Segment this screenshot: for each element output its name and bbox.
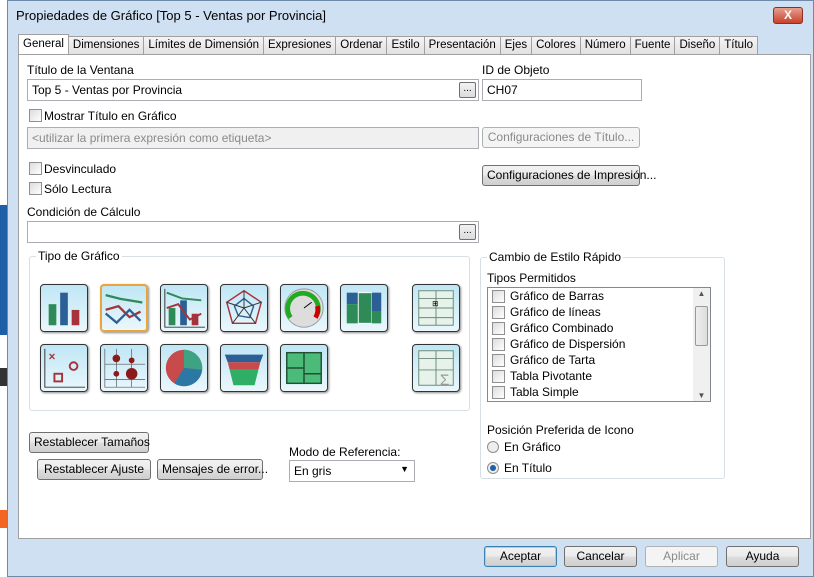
allowed-types-list: Gráfico de Barras Gráfico de líneas Gráfic… (487, 287, 711, 402)
window-title-input[interactable]: Top 5 - Ventas por Provincia... (27, 79, 479, 101)
calc-condition-label: Condición de Cálculo (27, 205, 141, 219)
tab-dimensiones[interactable]: Dimensiones (67, 36, 145, 55)
allowed-types-label: Tipos Permitidos (487, 271, 576, 285)
tab-bar: General Dimensiones Límites de Dimensión Ex… (18, 34, 759, 55)
chart-type-line-icon[interactable] (100, 284, 148, 332)
detached-label: Desvinculado (44, 162, 117, 176)
reference-mode-value: En gris (294, 464, 332, 478)
chart-type-radar-icon[interactable] (220, 284, 268, 332)
allowed-type-label: Gráfico de Tarta (510, 353, 596, 367)
calc-condition-input[interactable]: ... (27, 221, 479, 243)
reference-mode-label: Modo de Referencia: (289, 445, 401, 459)
tab-expresiones[interactable]: Expresiones (262, 36, 337, 55)
allowed-type-checkbox[interactable] (492, 386, 505, 399)
help-button[interactable]: Ayuda (726, 546, 799, 567)
chart-type-block-icon[interactable] (280, 344, 328, 392)
icon-position-chart-label: En Gráfico (504, 440, 561, 454)
close-button[interactable]: X (773, 7, 803, 24)
chart-type-label: Tipo de Gráfico (36, 249, 122, 263)
allowed-type-checkbox[interactable] (492, 290, 505, 303)
print-settings-button[interactable]: Configuraciones de Impresión... (482, 165, 656, 186)
window-title-label: Título de la Ventana (27, 63, 134, 77)
chart-type-bar-icon[interactable] (40, 284, 88, 332)
allowed-type-label: Gráfico Combinado (510, 321, 614, 335)
scroll-down-icon[interactable]: ▼ (693, 391, 710, 400)
object-id-label: ID de Objeto (482, 63, 550, 77)
tab-dise-o[interactable]: Diseño (674, 36, 721, 55)
chart-type-grid-icon[interactable] (100, 344, 148, 392)
allowed-type-label: Gráfico de Barras (510, 289, 605, 303)
quick-style-label: Cambio de Estilo Rápido (487, 250, 624, 264)
chart-type-pivot-icon[interactable]: ⊞ (412, 284, 460, 332)
window-title-expression-button[interactable]: ... (459, 82, 476, 98)
allowed-type-checkbox[interactable] (492, 322, 505, 335)
tab-ejes[interactable]: Ejes (499, 36, 533, 55)
tab-n-mero[interactable]: Número (579, 36, 631, 55)
calc-condition-expression-button[interactable]: ... (459, 224, 476, 240)
chart-type-pie-icon[interactable] (160, 344, 208, 392)
icon-position-chart-radio[interactable] (487, 441, 499, 453)
tab-estilo[interactable]: Estilo (386, 36, 425, 55)
tab-colores[interactable]: Colores (531, 36, 581, 55)
chart-properties-dialog: Propiedades de Gráfico [Top 5 - Ventas p… (7, 0, 814, 577)
tab-l-mites-de-dimensi-n[interactable]: Límites de Dimensión (143, 36, 264, 55)
chart-type-funnel-icon[interactable] (220, 344, 268, 392)
chart-type-straight-table-icon[interactable]: Σ (412, 344, 460, 392)
quick-style-group: Cambio de Estilo Rápido Tipos Permitidos… (480, 250, 725, 479)
chevron-down-icon: ▼ (400, 464, 409, 474)
detached-checkbox[interactable] (29, 162, 42, 175)
tab-presentaci-n[interactable]: Presentación (423, 36, 501, 55)
scroll-up-icon[interactable]: ▲ (693, 289, 710, 298)
icon-position-title-radio[interactable] (487, 462, 499, 474)
chart-type-group: Tipo de Gráfico ⊞ × Σ (29, 249, 470, 411)
reset-fit-button[interactable]: Restablecer Ajuste (37, 459, 151, 480)
tab-ordenar[interactable]: Ordenar (335, 36, 388, 55)
allowed-type-checkbox[interactable] (492, 306, 505, 319)
dialog-title: Propiedades de Gráfico [Top 5 - Ventas p… (16, 8, 327, 23)
title-settings-button: Configuraciones de Título... (482, 127, 640, 148)
error-messages-button[interactable]: Mensajes de error... (157, 459, 268, 480)
scrollbar-thumb[interactable] (695, 306, 708, 346)
allowed-type-checkbox[interactable] (492, 338, 505, 351)
allowed-type-checkbox[interactable] (492, 354, 505, 367)
show-title-label: Mostrar Título en Gráfico (44, 109, 177, 123)
tab-t-tulo[interactable]: Título (719, 36, 759, 55)
read-only-checkbox[interactable] (29, 182, 42, 195)
general-panel: Título de la Ventana Top 5 - Ventas por … (18, 54, 811, 539)
icon-position-label: Posición Preferida de Icono (487, 423, 634, 437)
reset-sizes-button[interactable]: Restablecer Tamaños (29, 432, 150, 453)
chart-type-gauge-icon[interactable] (280, 284, 328, 332)
allowed-type-label: Tabla Simple (510, 385, 579, 399)
chart-type-scatter-icon[interactable]: × (40, 344, 88, 392)
read-only-label: Sólo Lectura (44, 182, 112, 196)
chart-title-input: <utilizar la primera expresión como etiq… (27, 127, 479, 149)
list-scrollbar[interactable]: ▲ ▼ (693, 288, 710, 401)
allowed-type-label: Tabla Pivotante (510, 369, 593, 383)
allowed-type-label: Gráfico de Dispersión (510, 337, 626, 351)
cancel-button[interactable]: Cancelar (564, 546, 637, 567)
svg-text:×: × (49, 351, 56, 363)
icon-position-title-label: En Título (504, 461, 552, 475)
object-id-input[interactable]: CH07 (482, 79, 642, 101)
svg-text:⊞: ⊞ (432, 299, 438, 308)
chart-type-combo-icon[interactable] (160, 284, 208, 332)
tab-fuente[interactable]: Fuente (629, 36, 676, 55)
chart-type-mekko-icon[interactable] (340, 284, 388, 332)
reference-mode-select[interactable]: En gris ▼ (289, 460, 415, 482)
allowed-type-label: Gráfico de líneas (510, 305, 601, 319)
apply-button: Aplicar (645, 546, 718, 567)
show-title-checkbox[interactable] (29, 109, 42, 122)
window-title-value: Top 5 - Ventas por Provincia (32, 83, 183, 97)
svg-text:Σ: Σ (440, 372, 449, 389)
ok-button[interactable]: Aceptar (484, 546, 557, 567)
tab-general[interactable]: General (18, 34, 69, 55)
allowed-type-checkbox[interactable] (492, 370, 505, 383)
